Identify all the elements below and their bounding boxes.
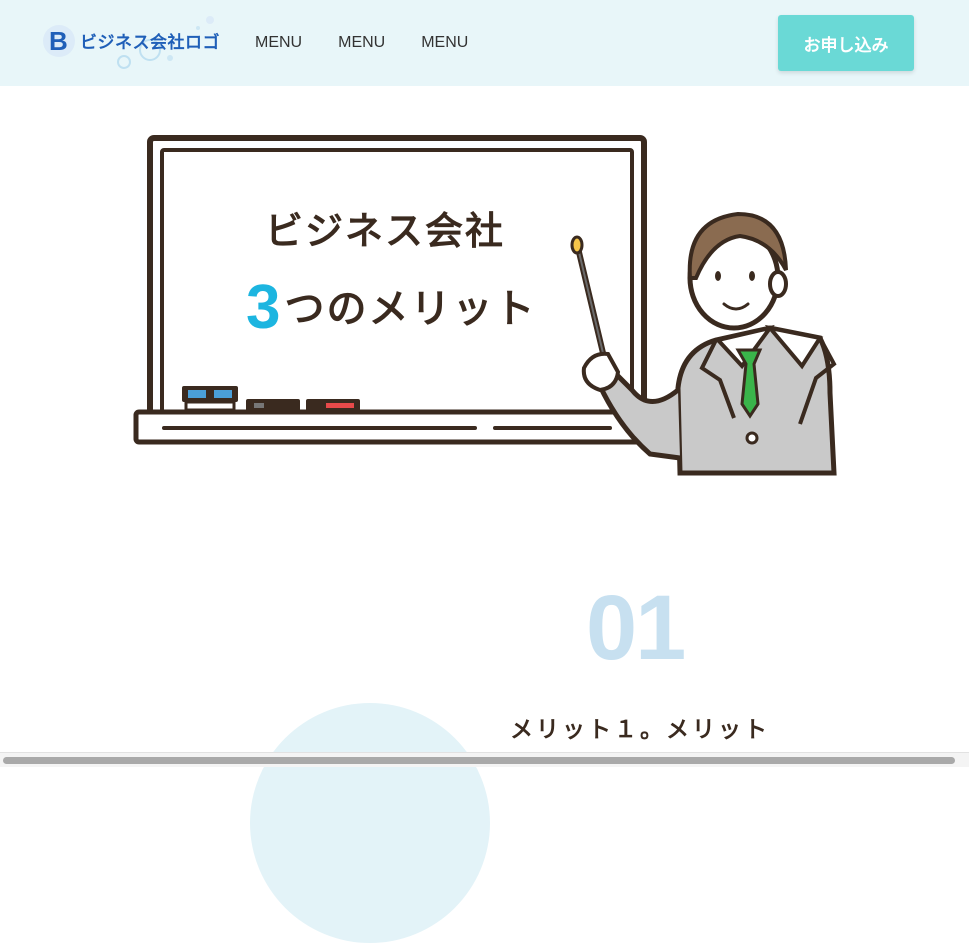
merit-number: 01 bbox=[586, 577, 686, 679]
main-nav: MENU MENU MENU bbox=[255, 34, 468, 52]
scrollbar-thumb[interactable] bbox=[3, 757, 955, 764]
logo-letter: B bbox=[49, 26, 68, 56]
logo-text: ビジネス会社ロゴ bbox=[80, 33, 220, 53]
decorative-circle bbox=[250, 703, 490, 943]
hero-title: ビジネス会社 bbox=[265, 209, 506, 253]
merit-title: メリット１。メリット bbox=[510, 717, 770, 743]
company-logo[interactable]: B ビジネス会社ロゴ bbox=[40, 14, 220, 72]
hero-subtitle: 3つのメリット bbox=[246, 272, 536, 343]
horizontal-scrollbar[interactable] bbox=[0, 752, 969, 767]
nav-item-2[interactable]: MENU bbox=[338, 34, 385, 52]
hero-number: 3 bbox=[246, 273, 283, 342]
nav-item-1[interactable]: MENU bbox=[255, 34, 302, 52]
apply-button[interactable]: お申し込み bbox=[778, 15, 914, 71]
hero-subtitle-text: つのメリット bbox=[284, 286, 537, 332]
site-header: B ビジネス会社ロゴ MENU MENU MENU お申し込み bbox=[0, 0, 969, 86]
nav-item-3[interactable]: MENU bbox=[421, 34, 468, 52]
